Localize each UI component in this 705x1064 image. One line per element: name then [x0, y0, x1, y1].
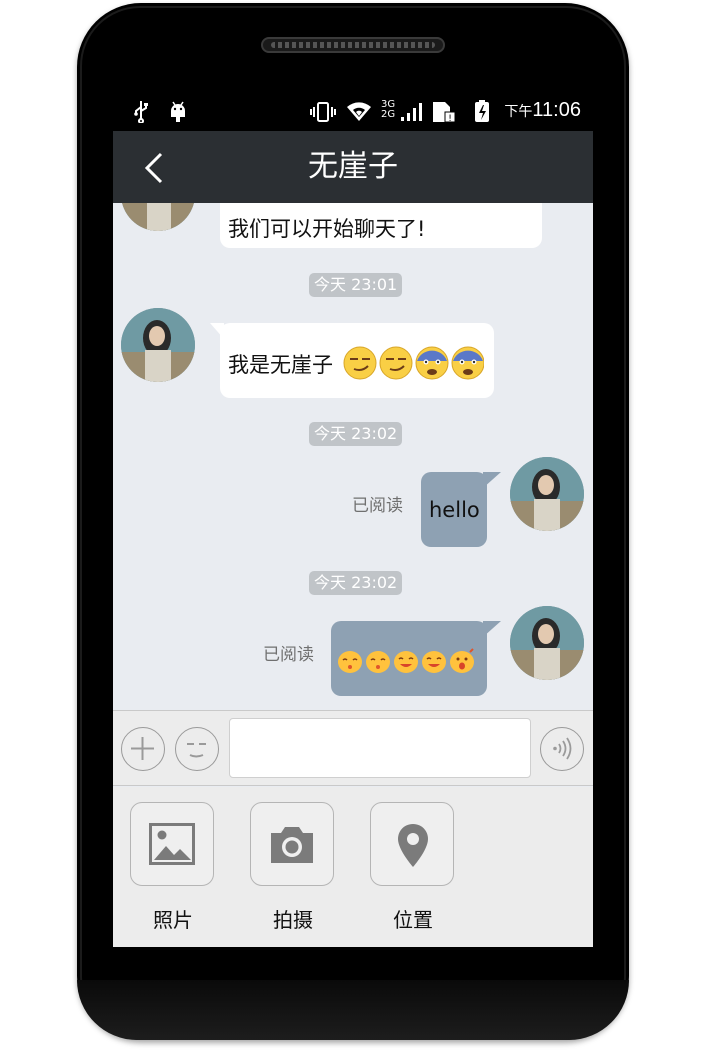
emoji-row	[338, 648, 474, 673]
smirk-emoji-icon	[379, 346, 413, 380]
tray-label: 位置	[393, 908, 433, 932]
message-bubble-incoming[interactable]: 我是无崖子	[210, 323, 494, 398]
timestamp-chip: 今天 23:02	[309, 422, 403, 446]
voice-wave-icon	[553, 737, 572, 760]
signal-icon	[401, 103, 422, 121]
surprised-emoji-icon	[450, 648, 474, 673]
camera-button[interactable]	[250, 802, 334, 886]
emoji-row	[343, 346, 484, 380]
chat-title: 无崖子	[308, 149, 398, 184]
contact-avatar[interactable]	[121, 308, 195, 382]
kiss-emoji-icon	[338, 651, 362, 673]
read-receipt: 已阅读	[263, 645, 314, 665]
tray-label: 照片	[153, 908, 193, 932]
wifi-icon	[347, 102, 371, 121]
message-list[interactable]: 我们可以开始聊天了! 今天 23:01 我是无崖子 今天 23:02 已阅读 h…	[113, 203, 593, 710]
network-type-indicator: 3G 2G	[381, 100, 395, 120]
user-avatar[interactable]	[510, 457, 584, 531]
message-bubble-outgoing[interactable]: hello	[421, 472, 501, 547]
tray-item-photo[interactable]: 照片	[130, 802, 216, 933]
contact-avatar[interactable]	[121, 203, 195, 231]
user-avatar[interactable]	[510, 606, 584, 680]
battery-charging-icon	[475, 100, 489, 122]
tray-item-location[interactable]: 位置	[370, 802, 456, 933]
chat-header: 无崖子	[113, 131, 593, 203]
tray-label: 拍摄	[273, 908, 313, 932]
kiss-emoji-icon	[366, 651, 390, 673]
message-bubble-incoming[interactable]: 我们可以开始聊天了!	[220, 203, 542, 248]
message-text: hello	[429, 498, 480, 522]
status-clock: 下午11:06	[504, 99, 581, 122]
usb-icon	[134, 101, 148, 123]
emoji-button[interactable]	[175, 727, 219, 771]
read-receipt: 已阅读	[352, 496, 403, 516]
sim-card-icon: !	[433, 102, 456, 124]
message-composer	[113, 710, 593, 786]
plus-icon	[131, 737, 154, 760]
phone-speaker	[261, 37, 445, 53]
smile-emoji-icon	[422, 651, 446, 673]
voice-button[interactable]	[540, 727, 584, 771]
smile-emoji-icon	[394, 651, 418, 673]
clock-period: 下午	[504, 103, 533, 119]
fearful-emoji-icon	[451, 346, 484, 380]
vibrate-icon	[310, 102, 336, 122]
emoji-face-icon	[187, 743, 206, 758]
tray-item-camera[interactable]: 拍摄	[250, 802, 336, 933]
message-bubble-outgoing[interactable]	[331, 621, 501, 696]
phone-chin	[77, 980, 629, 1040]
fearful-emoji-icon	[415, 346, 449, 380]
location-pin-icon	[398, 824, 428, 867]
photo-button[interactable]	[130, 802, 214, 886]
image-icon	[149, 823, 195, 865]
attachment-tray: 照片 拍摄 位置	[113, 787, 593, 947]
timestamp-chip: 今天 23:01	[309, 273, 403, 297]
clock-time: 11:06	[532, 99, 581, 121]
android-debug-icon	[171, 101, 185, 122]
app-screen: 3G 2G ! 下午11:06 无崖子 我们可以开始聊天了! 今天 23:01 …	[113, 90, 593, 947]
more-button[interactable]	[121, 727, 165, 771]
message-text: 我们可以开始聊天了!	[228, 217, 426, 241]
svg-text:!: !	[448, 114, 452, 124]
location-button[interactable]	[370, 802, 454, 886]
network-label-2g: 2G	[381, 109, 396, 120]
status-bar: 3G 2G ! 下午11:06	[113, 90, 593, 131]
camera-icon	[271, 827, 313, 863]
message-input[interactable]	[229, 718, 531, 778]
timestamp-chip: 今天 23:02	[309, 571, 403, 595]
smirk-emoji-icon	[343, 346, 377, 380]
message-text: 我是无崖子	[228, 353, 333, 377]
